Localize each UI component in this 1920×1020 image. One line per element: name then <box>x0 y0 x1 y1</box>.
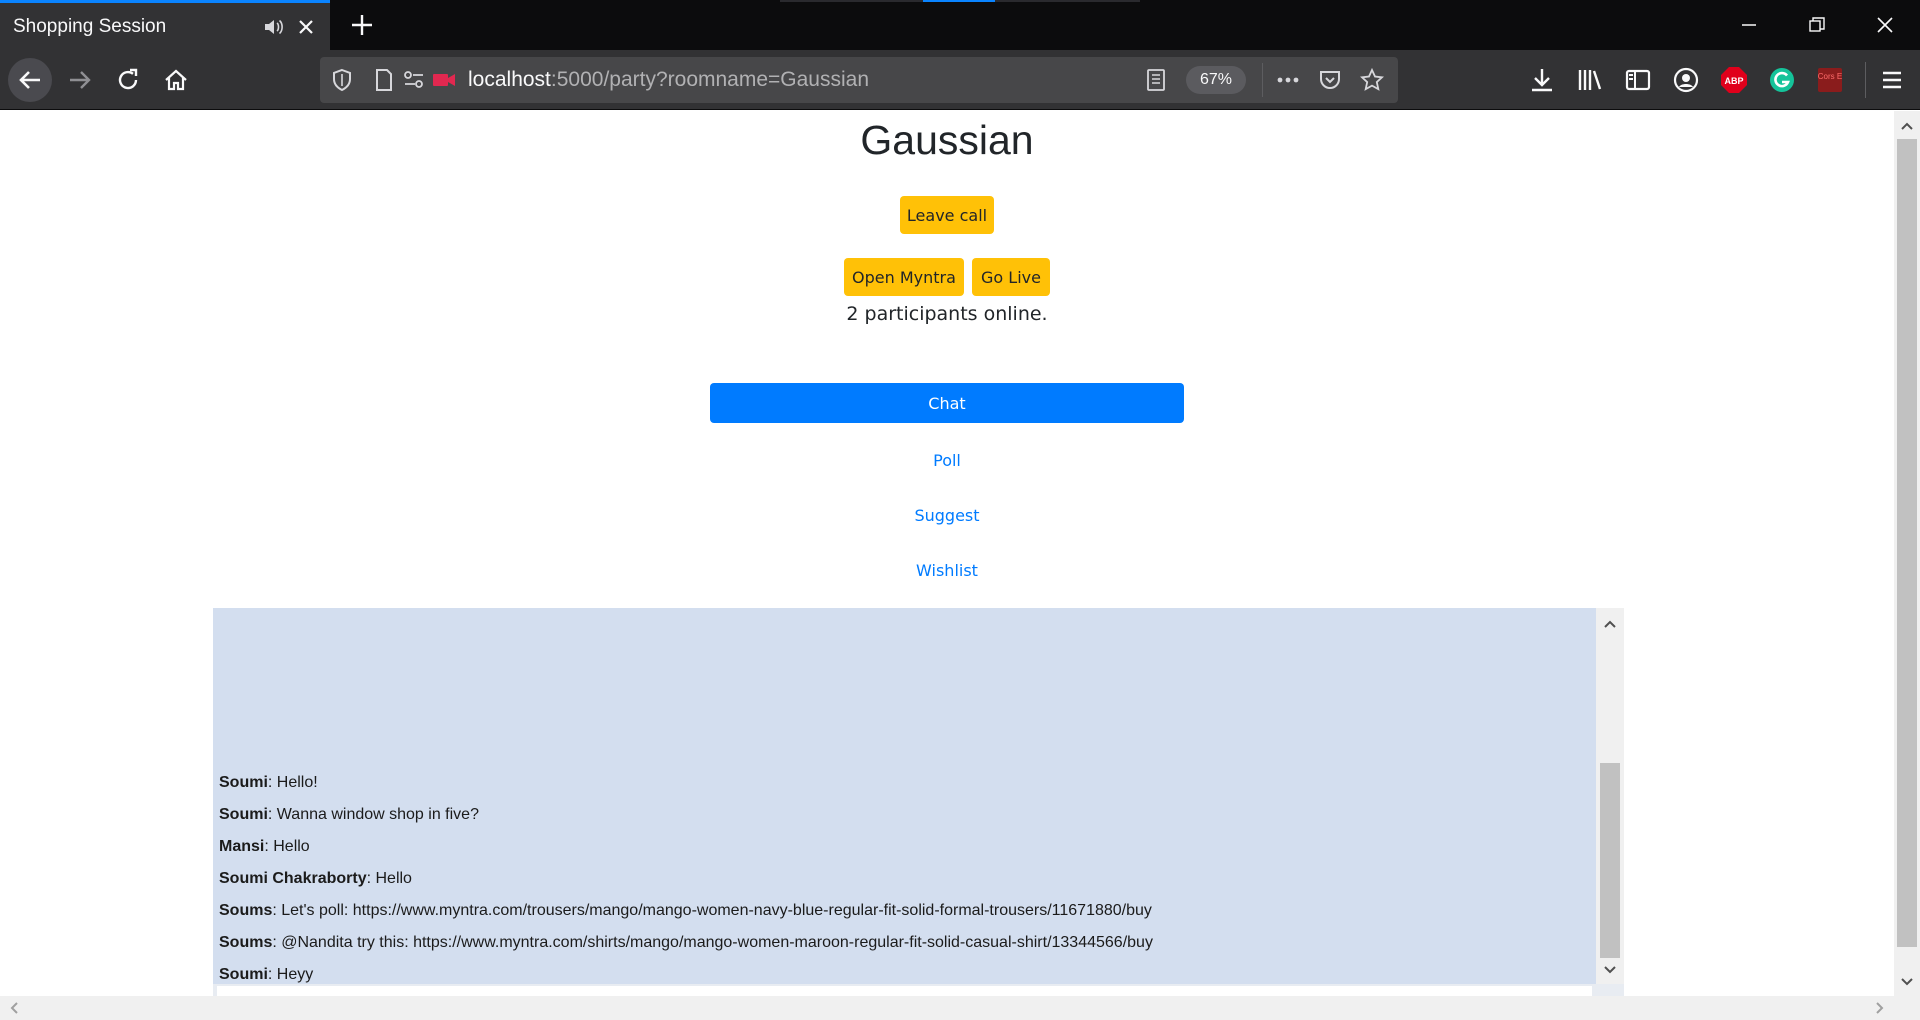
url-host: localhost <box>468 68 551 91</box>
chevron-up-icon[interactable] <box>1600 614 1620 634</box>
chat-message: Soumi: Heyy <box>219 966 313 984</box>
chat-message: Soumi: Hello! <box>219 774 318 792</box>
chat-message: Soums: @Nandita try this: https://www.my… <box>219 934 1153 952</box>
camera-sharing-icon[interactable] <box>432 68 456 92</box>
chat-text: : Heyy <box>267 966 314 983</box>
chat-message: Mansi: Hello <box>219 838 310 856</box>
chat-message: Soumi: Wanna window shop in five? <box>219 806 479 824</box>
tab-wishlist[interactable]: Wishlist <box>710 550 1184 590</box>
shield-icon[interactable] <box>330 68 354 92</box>
grammarly-icon[interactable] <box>1767 65 1797 95</box>
tab-indicators <box>780 0 1140 2</box>
chat-message: Soumi Chakraborty: Hello <box>219 870 412 888</box>
chat-scrollbar[interactable] <box>1596 608 1624 984</box>
pocket-icon[interactable] <box>1318 68 1342 92</box>
room-title: Gaussian <box>860 117 1034 163</box>
tab-chat[interactable]: Chat <box>710 383 1184 423</box>
url-text[interactable]: localhost:5000/party?roomname=Gaussian <box>468 68 869 92</box>
permissions-icon[interactable] <box>402 68 426 92</box>
browser-tab[interactable]: Shopping Session <box>0 0 330 50</box>
close-window-button[interactable] <box>1850 0 1920 50</box>
url-bar[interactable]: localhost:5000/party?roomname=Gaussian 6… <box>320 57 1398 103</box>
chat-scroll-thumb[interactable] <box>1600 763 1620 958</box>
chat-sender: Soums <box>219 934 273 951</box>
page-scroll-thumb[interactable] <box>1897 139 1917 947</box>
adblock-plus-icon[interactable]: ABP <box>1719 65 1749 95</box>
toolbar-separator <box>1865 62 1866 98</box>
tab-bar: Shopping Session <box>0 0 1920 50</box>
url-separator <box>1262 63 1263 97</box>
tab-title: Shopping Session <box>13 15 167 37</box>
leave-call-button[interactable]: Leave call <box>900 196 994 234</box>
chat-sender: Soumi <box>219 966 268 983</box>
chat-sender: Soums <box>219 902 273 919</box>
chevron-down-icon[interactable] <box>1897 971 1917 993</box>
participants-count: 2 participants online. <box>846 303 1048 325</box>
new-tab-button[interactable] <box>345 8 379 42</box>
chat-sender: Soumi <box>219 774 268 791</box>
sidebar-icon[interactable] <box>1623 65 1653 95</box>
more-actions-icon[interactable] <box>1276 68 1300 92</box>
chevron-left-icon[interactable] <box>4 998 24 1018</box>
chat-text: : Wanna window shop in five? <box>267 806 479 823</box>
account-icon[interactable] <box>1671 65 1701 95</box>
chat-sender: Soumi <box>219 806 268 823</box>
chat-text: : Let's poll: https://www.myntra.com/tro… <box>272 902 1152 919</box>
chat-text: : Hello <box>264 838 310 855</box>
navigation-toolbar: localhost:5000/party?roomname=Gaussian 6… <box>0 50 1920 110</box>
chat-messages[interactable]: Soumi: Hello! Soumi: Wanna window shop i… <box>213 608 1596 984</box>
tab-suggest[interactable]: Suggest <box>710 495 1184 535</box>
tab-poll[interactable]: Poll <box>710 440 1184 480</box>
chat-sender: Mansi <box>219 838 265 855</box>
chat-text: : Hello! <box>267 774 318 791</box>
library-icon[interactable] <box>1575 65 1605 95</box>
open-myntra-button[interactable]: Open Myntra <box>844 258 964 296</box>
active-indicator <box>923 0 995 2</box>
chat-sender: Soumi Chakraborty <box>219 870 367 887</box>
go-live-button[interactable]: Go Live <box>972 258 1050 296</box>
zoom-level-badge[interactable]: 67% <box>1186 66 1246 94</box>
chat-text: : @Nandita try this: https://www.myntra.… <box>272 934 1153 951</box>
bookmark-star-icon[interactable] <box>1359 67 1385 92</box>
minimize-button[interactable] <box>1714 0 1784 50</box>
home-button[interactable] <box>154 58 198 102</box>
chat-message: Soums: Let's poll: https://www.myntra.co… <box>219 902 1152 920</box>
back-button[interactable] <box>8 58 52 102</box>
cors-extension-icon[interactable]: Cors E <box>1815 65 1845 95</box>
page-vertical-scrollbar[interactable] <box>1894 111 1920 996</box>
adblock-plus-label: ABP <box>1724 76 1743 86</box>
reader-view-icon[interactable] <box>1144 68 1168 92</box>
menu-icon[interactable] <box>1877 65 1907 95</box>
speaker-icon[interactable] <box>261 14 287 40</box>
chat-panel: Soumi: Hello! Soumi: Wanna window shop i… <box>213 608 1624 1008</box>
page-icon[interactable] <box>372 68 396 92</box>
restore-button[interactable] <box>1782 0 1852 50</box>
chevron-right-icon[interactable] <box>1870 998 1890 1018</box>
chevron-down-icon[interactable] <box>1600 960 1620 980</box>
reload-button[interactable] <box>106 58 150 102</box>
url-path: :5000/party?roomname=Gaussian <box>550 68 869 91</box>
downloads-icon[interactable] <box>1527 65 1557 95</box>
cors-extension-label: Cors E <box>1818 72 1842 81</box>
chevron-up-icon[interactable] <box>1897 115 1917 137</box>
chat-text: : Hello <box>366 870 412 887</box>
scrollbar-corner <box>1894 996 1920 1020</box>
page-horizontal-scrollbar[interactable] <box>0 996 1894 1020</box>
forward-button[interactable] <box>58 58 102 102</box>
close-tab-icon[interactable] <box>295 16 317 38</box>
